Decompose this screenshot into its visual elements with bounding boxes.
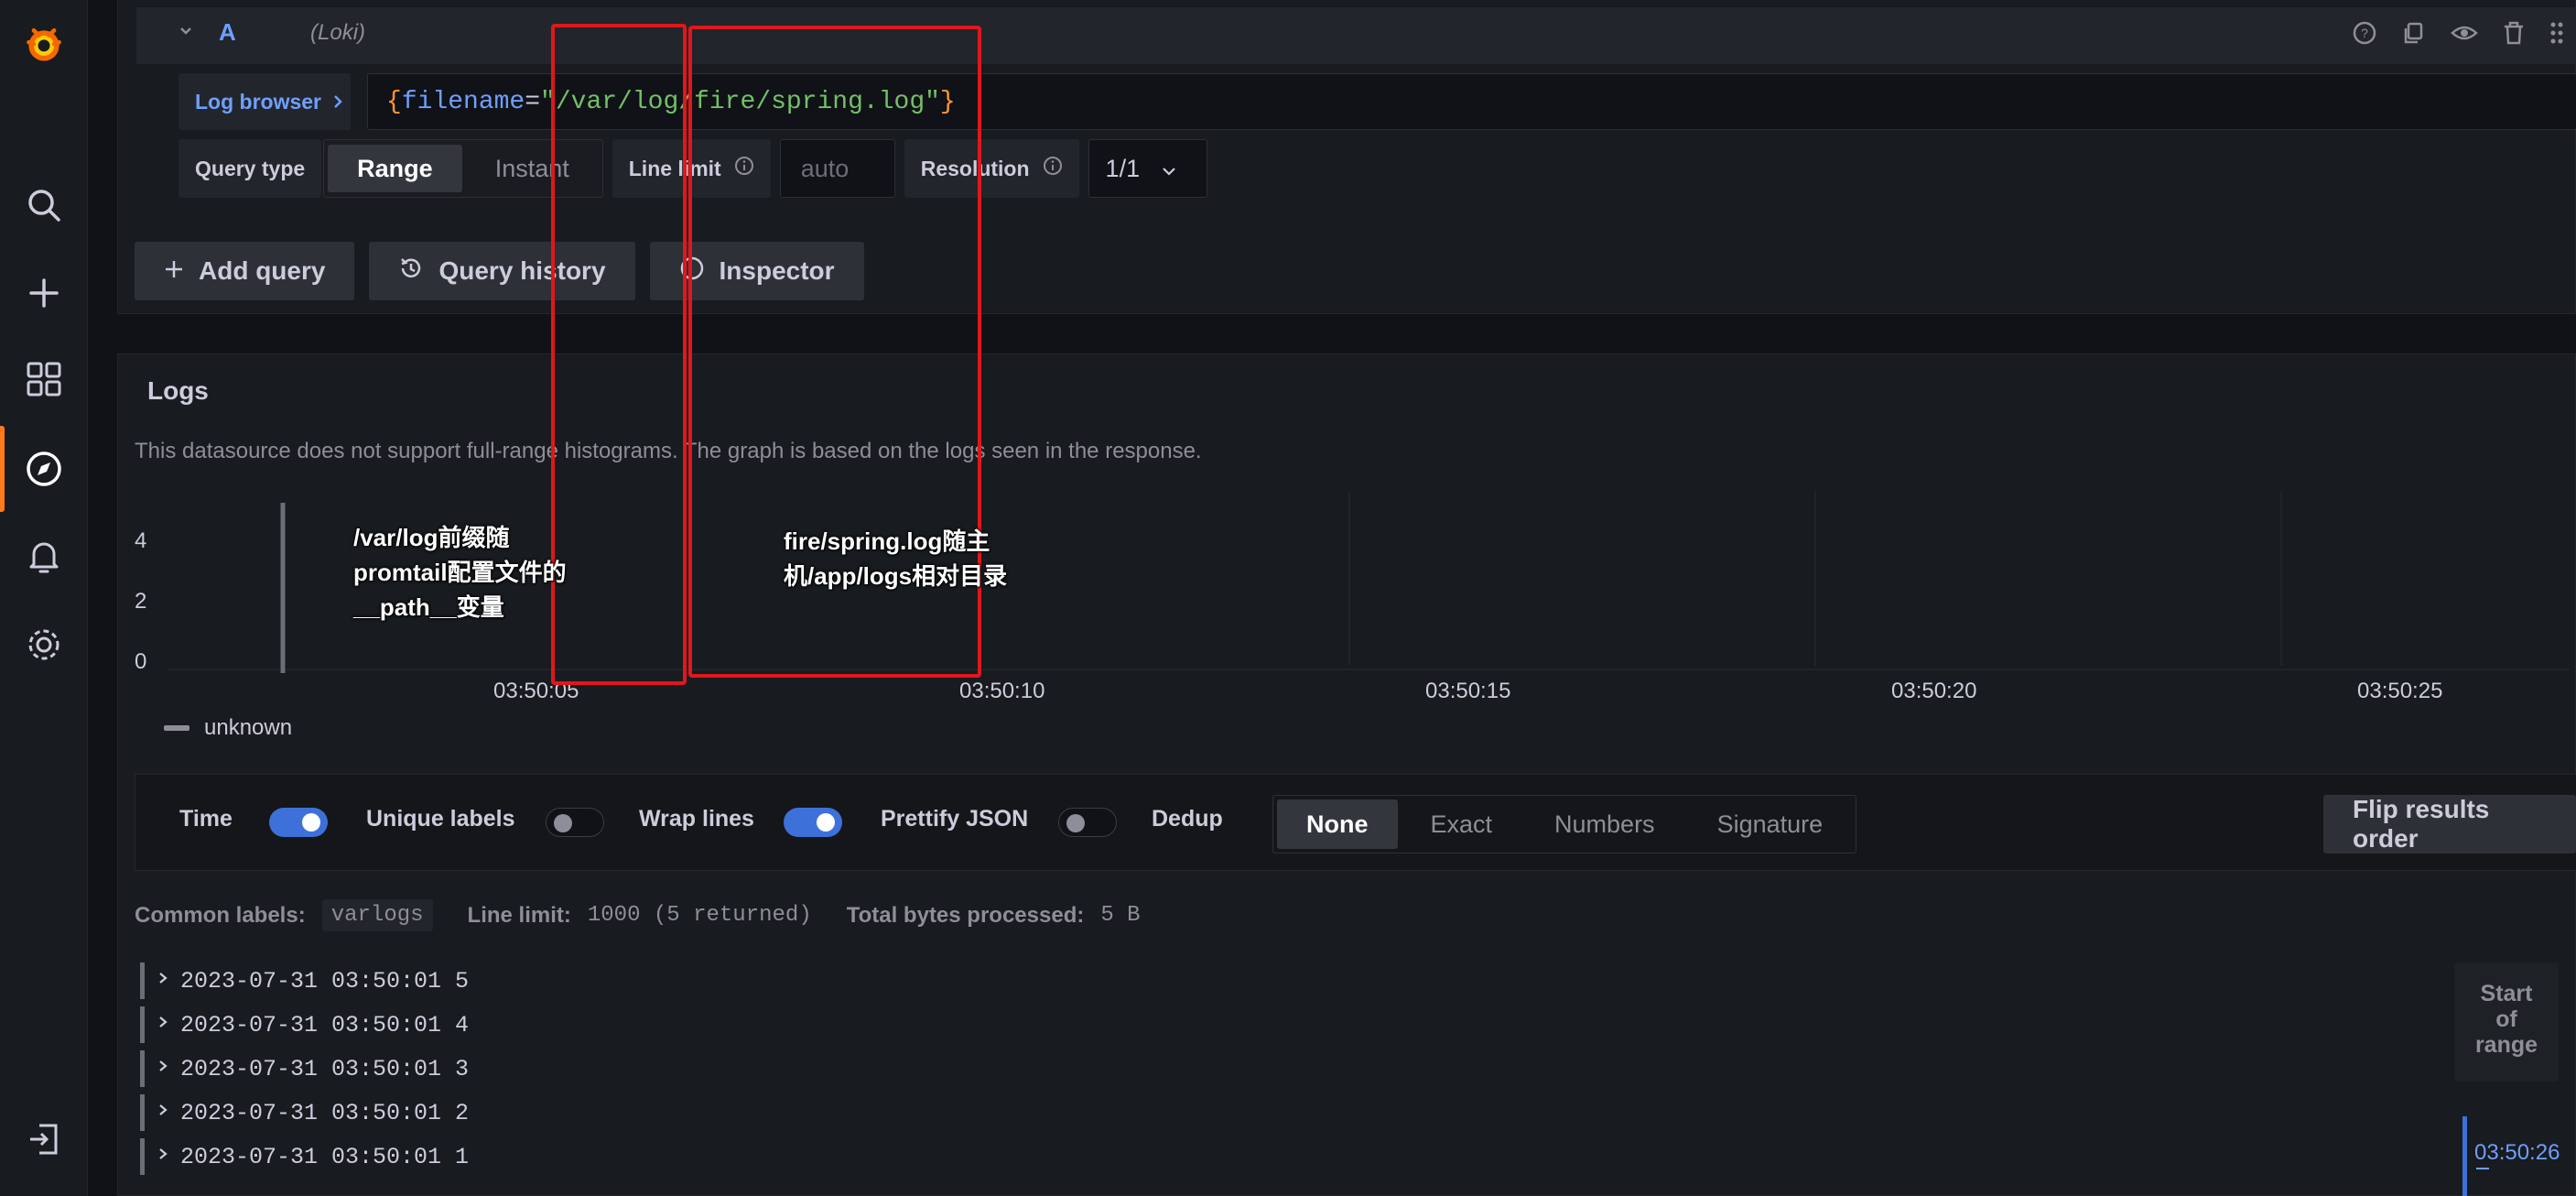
query-editor-panel: A (Loki) ? Log browser { filename = "/va… bbox=[117, 0, 2576, 314]
drag-handle-icon[interactable] bbox=[2549, 20, 2564, 50]
common-labels-label: Common labels: bbox=[135, 902, 306, 928]
expand-chevron-icon[interactable] bbox=[157, 1144, 169, 1170]
query-type-label: Query type bbox=[179, 139, 322, 198]
log-browser-label: Log browser bbox=[195, 89, 322, 114]
history-icon bbox=[398, 256, 424, 288]
annotation-box-prefix bbox=[551, 24, 687, 685]
wrap-lines-toggle[interactable] bbox=[784, 808, 842, 837]
query-open-brace: { bbox=[386, 87, 402, 116]
query-label-name: filename bbox=[401, 87, 525, 116]
time-label: Time bbox=[179, 806, 233, 832]
y-tick-label: 2 bbox=[135, 589, 147, 614]
x-tick-label: 03:50:25 bbox=[2357, 679, 2443, 703]
expand-chevron-icon[interactable] bbox=[157, 1056, 169, 1082]
dedup-exact[interactable]: Exact bbox=[1402, 799, 1522, 849]
log-browser-button[interactable]: Log browser bbox=[179, 73, 351, 130]
plus-icon[interactable] bbox=[22, 271, 66, 315]
sign-in-icon[interactable] bbox=[22, 1117, 66, 1161]
toggle-visibility-eye-icon[interactable] bbox=[2451, 20, 2478, 50]
chevron-right-icon bbox=[332, 90, 343, 114]
y-tick-label: 4 bbox=[135, 528, 147, 553]
chevron-down-icon bbox=[1162, 155, 1176, 183]
log-options-bar: Time Unique labels Wrap lines Prettify J… bbox=[135, 774, 2576, 871]
plus-icon bbox=[164, 256, 184, 286]
info-icon[interactable] bbox=[1043, 156, 1063, 181]
range-end-time: 03:50:26 bbox=[2474, 1140, 2560, 1165]
query-ref-id[interactable]: A bbox=[219, 18, 236, 47]
unique-labels-label: Unique labels bbox=[366, 806, 515, 832]
help-icon[interactable]: ? bbox=[2352, 20, 2377, 50]
annotation-prefix-note: /var/log前缀随 promtail配置文件的 __path__变量 bbox=[353, 524, 567, 621]
line-limit-meta-label: Line limit: bbox=[467, 902, 571, 928]
bytes-processed-value: 5 B bbox=[1100, 903, 1141, 928]
flip-results-order-button[interactable]: Flip results order bbox=[2323, 795, 2576, 854]
legend-swatch bbox=[164, 725, 189, 731]
unique-labels-toggle[interactable] bbox=[546, 808, 604, 837]
y-tick-label: 0 bbox=[135, 649, 147, 674]
legend-label: unknown bbox=[204, 715, 293, 740]
prettify-json-toggle[interactable] bbox=[1058, 808, 1117, 837]
explore-compass-icon[interactable] bbox=[22, 447, 66, 491]
query-datasource-name: (Loki) bbox=[310, 20, 366, 45]
x-tick-label: 03:50:15 bbox=[1425, 679, 1511, 703]
log-meta: Common labels: varlogs Line limit: 1000 … bbox=[135, 899, 1141, 931]
query-operator: = bbox=[525, 87, 541, 116]
expand-chevron-icon[interactable] bbox=[157, 968, 169, 995]
histogram-legend[interactable]: unknown bbox=[164, 715, 292, 741]
dedup-signature[interactable]: Signature bbox=[1688, 799, 1853, 849]
line-limit-meta-value: 1000 (5 returned) bbox=[587, 903, 812, 928]
range-indicator bbox=[2462, 1116, 2467, 1196]
dedup-none[interactable]: None bbox=[1277, 799, 1398, 849]
query-type-range[interactable]: Range bbox=[328, 145, 462, 192]
dedup-selector: None Exact Numbers Signature bbox=[1272, 795, 1857, 854]
expand-chevron-icon[interactable] bbox=[157, 1012, 169, 1038]
query-row-header: A (Loki) ? bbox=[136, 7, 2576, 64]
logs-title: Logs bbox=[147, 376, 209, 405]
delete-query-trash-icon[interactable] bbox=[2502, 20, 2526, 50]
wrap-lines-label: Wrap lines bbox=[639, 806, 754, 832]
active-indicator bbox=[0, 426, 5, 512]
time-toggle[interactable] bbox=[269, 808, 328, 837]
bytes-processed-label: Total bytes processed: bbox=[846, 902, 1085, 928]
grafana-logo-icon[interactable] bbox=[22, 22, 66, 66]
expand-chevron-icon[interactable] bbox=[157, 1100, 169, 1126]
dedup-label: Dedup bbox=[1152, 806, 1223, 832]
dedup-numbers[interactable]: Numbers bbox=[1525, 799, 1684, 849]
add-query-button[interactable]: Add query bbox=[135, 242, 355, 300]
alerting-bell-icon[interactable] bbox=[22, 535, 66, 579]
sidebar bbox=[0, 0, 88, 1196]
resolution-select[interactable]: 1/1 bbox=[1088, 139, 1207, 198]
start-of-range-button[interactable]: Start of range bbox=[2454, 962, 2559, 1082]
search-icon[interactable] bbox=[22, 183, 66, 227]
common-labels-value: varlogs bbox=[321, 899, 433, 931]
prettify-json-label: Prettify JSON bbox=[881, 806, 1029, 832]
duplicate-query-icon[interactable] bbox=[2401, 20, 2427, 50]
settings-gear-icon[interactable] bbox=[22, 623, 66, 667]
svg-text:?: ? bbox=[2361, 26, 2368, 40]
x-tick-label: 03:50:10 bbox=[959, 679, 1045, 703]
logs-panel: Logs This datasource does not support fu… bbox=[117, 353, 2576, 1196]
dashboards-icon[interactable] bbox=[22, 357, 66, 401]
x-tick-label: 03:50:20 bbox=[1891, 679, 1977, 703]
collapse-chevron-icon[interactable] bbox=[177, 22, 195, 45]
annotation-path-note: fire/spring.log随主 机/app/logs相对目录 bbox=[784, 527, 1008, 590]
